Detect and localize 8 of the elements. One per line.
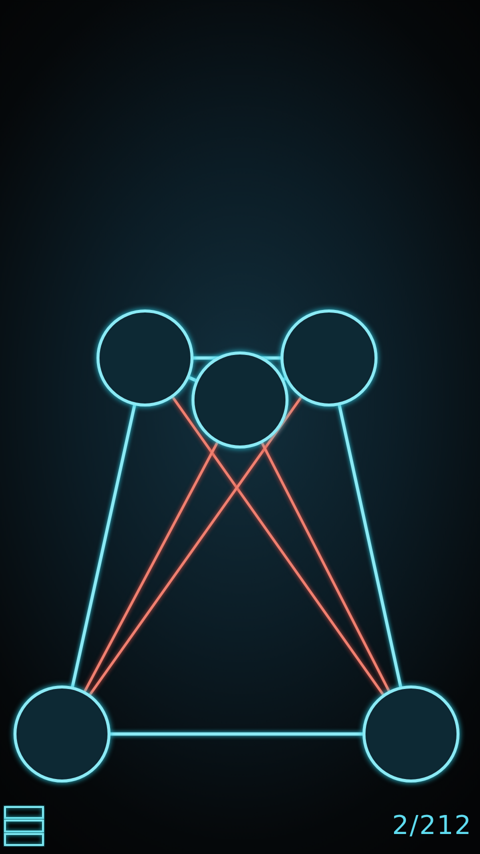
menu-icon [3, 805, 45, 847]
node-circle[interactable] [14, 686, 110, 782]
node-circle[interactable] [280, 310, 378, 406]
node-circle[interactable] [192, 352, 288, 448]
level-counter: 2/212 [392, 811, 472, 841]
node-circle[interactable] [362, 686, 460, 782]
node-circle[interactable] [96, 310, 194, 406]
menu-button[interactable] [3, 805, 45, 847]
